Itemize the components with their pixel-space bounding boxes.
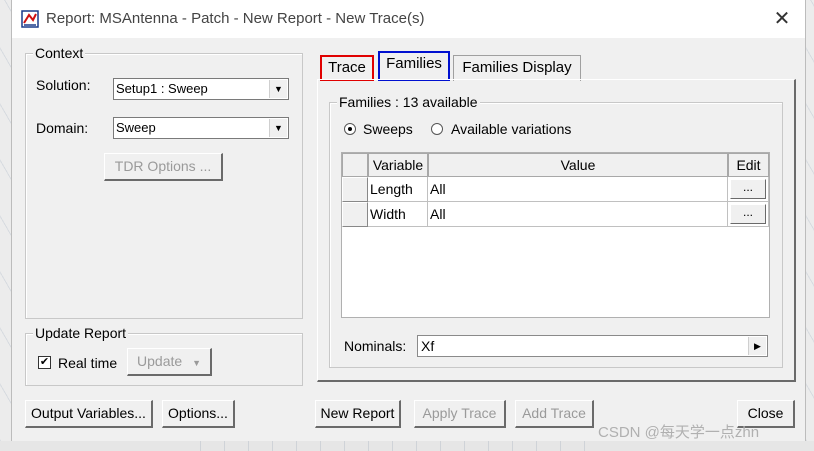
table-row-variable: Length	[368, 177, 428, 202]
solution-label: Solution:	[36, 77, 91, 93]
nominals-value: Xf	[421, 338, 435, 354]
available-variations-label: Available variations	[451, 121, 572, 137]
variables-table: Variable Value Edit Length All ... Width…	[341, 152, 770, 318]
domain-value: Sweep	[116, 120, 156, 135]
solution-value: Setup1 : Sweep	[116, 81, 208, 96]
close-icon[interactable]: ✕	[772, 9, 792, 29]
options-button[interactable]: Options...	[162, 400, 235, 428]
background-hatch-left	[0, 0, 11, 441]
available-variations-radio[interactable]	[431, 123, 443, 135]
table-row-edit-cell: ...	[728, 177, 769, 202]
update-button-label: Update	[137, 353, 183, 369]
report-dialog: Report: MSAntenna - Patch - New Report -…	[11, 0, 806, 441]
domain-label: Domain:	[36, 120, 89, 136]
output-variables-button[interactable]: Output Variables...	[25, 400, 153, 428]
update-report-label: Update Report	[33, 325, 129, 341]
families-count-label: Families : 13 available	[337, 94, 480, 110]
table-row-value[interactable]: All	[428, 177, 728, 202]
sweeps-radio[interactable]	[344, 123, 356, 135]
add-trace-button[interactable]: Add Trace	[515, 400, 594, 428]
column-header-edit: Edit	[728, 153, 769, 177]
window-title: Report: MSAntenna - Patch - New Report -…	[46, 10, 425, 27]
tab-families[interactable]: Families	[378, 51, 450, 81]
realtime-checkbox[interactable]: ✔	[38, 356, 51, 369]
title-bar: Report: MSAntenna - Patch - New Report -…	[12, 0, 805, 38]
edit-width-button[interactable]: ...	[730, 204, 766, 224]
domain-select[interactable]: Sweep ▼	[113, 117, 289, 139]
table-corner	[342, 153, 368, 177]
edit-length-button[interactable]: ...	[730, 179, 766, 199]
tdr-options-button[interactable]: TDR Options ...	[104, 153, 223, 181]
background-grid-lines	[200, 441, 600, 451]
row-header[interactable]	[342, 202, 368, 227]
table-row-edit-cell: ...	[728, 202, 769, 227]
app-icon	[21, 10, 39, 28]
nominals-field[interactable]: Xf ▶	[417, 335, 768, 357]
background-hatch-right	[806, 0, 814, 441]
column-header-value: Value	[428, 153, 728, 177]
chevron-down-icon[interactable]: ▼	[269, 119, 287, 137]
tab-families-display[interactable]: Families Display	[453, 55, 581, 81]
nominals-label: Nominals:	[344, 338, 407, 354]
dropdown-arrow-icon: ▼	[192, 358, 201, 368]
table-row-value[interactable]: All	[428, 202, 728, 227]
new-report-button[interactable]: New Report	[315, 400, 401, 428]
column-header-variable: Variable	[368, 153, 428, 177]
solution-select[interactable]: Setup1 : Sweep ▼	[113, 78, 289, 100]
play-arrow-icon[interactable]: ▶	[748, 337, 766, 355]
update-button[interactable]: Update ▼	[127, 348, 212, 376]
sweeps-radio-label: Sweeps	[363, 121, 413, 137]
apply-trace-button[interactable]: Apply Trace	[414, 400, 506, 428]
chevron-down-icon[interactable]: ▼	[269, 80, 287, 98]
table-row-variable: Width	[368, 202, 428, 227]
watermark: CSDN @每天学一点zhn	[598, 424, 760, 441]
realtime-label: Real time	[58, 355, 118, 371]
tab-trace[interactable]: Trace	[320, 55, 374, 81]
context-label: Context	[33, 45, 86, 61]
row-header[interactable]	[342, 177, 368, 202]
